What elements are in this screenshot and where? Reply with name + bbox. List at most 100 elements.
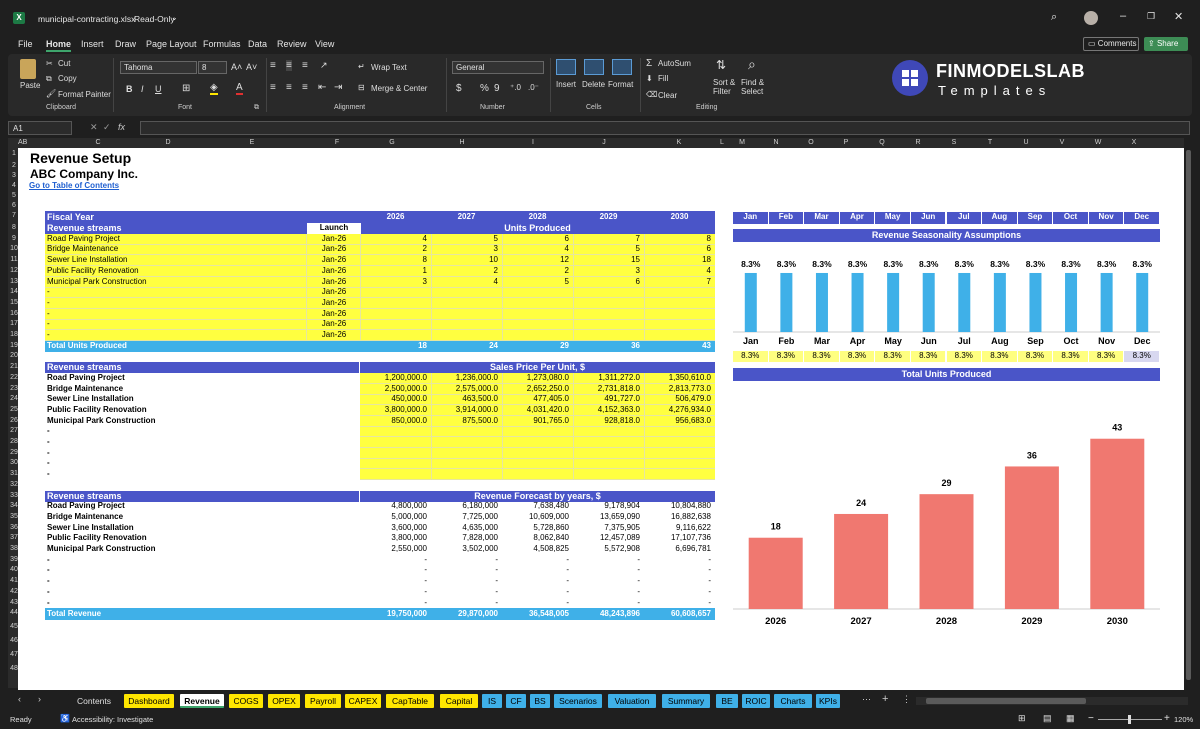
stream-name[interactable]: -	[47, 576, 50, 586]
value-cell[interactable]: 956,683.0	[644, 416, 711, 426]
align-top-icon[interactable]: ≡	[270, 60, 276, 71]
menu-home[interactable]: Home	[46, 39, 72, 52]
delete-button[interactable]: Delete	[582, 80, 605, 89]
sheet-tab-contents[interactable]: Contents	[68, 694, 120, 708]
units-cell[interactable]: 10	[431, 255, 498, 265]
seasonality-cell[interactable]: 8.3%	[733, 351, 768, 362]
decrease-indent-icon[interactable]: ⇤	[318, 82, 326, 93]
value-cell[interactable]: 2,550,000	[360, 544, 427, 554]
stream-name[interactable]: -	[47, 437, 50, 447]
value-cell[interactable]: 3,502,000	[431, 544, 498, 554]
more-sheets-icon[interactable]: ⋯	[862, 694, 871, 705]
eraser-icon[interactable]: ⌫	[646, 90, 657, 99]
stream-name[interactable]: Sewer Line Installation	[47, 394, 134, 404]
value-cell[interactable]: -	[502, 587, 569, 597]
stream-name[interactable]: -	[47, 555, 50, 565]
zoom-slider[interactable]	[1098, 715, 1162, 724]
stream-name[interactable]: Municipal Park Construction	[47, 416, 155, 426]
italic-icon[interactable]: I	[141, 84, 144, 94]
value-cell[interactable]: 2,652,250.0	[502, 384, 569, 394]
value-cell[interactable]: -	[502, 576, 569, 586]
value-cell[interactable]: -	[360, 598, 427, 608]
zoom-level[interactable]: 120%	[1174, 715, 1193, 724]
units-cell[interactable]: 7	[644, 277, 711, 287]
value-cell[interactable]: 4,800,000	[360, 501, 427, 511]
launch-date[interactable]: Jan-26	[307, 277, 361, 287]
units-cell[interactable]: 1	[360, 266, 427, 276]
value-cell[interactable]: 3,600,000	[360, 523, 427, 533]
column-header[interactable]: T	[972, 138, 1008, 148]
value-cell[interactable]: 4,031,420.0	[502, 405, 569, 415]
units-cell[interactable]: 8	[644, 234, 711, 244]
sheet-tab-dashboard[interactable]: Dashboard	[124, 694, 174, 708]
value-cell[interactable]: 1,236,000.0	[431, 373, 498, 383]
format-painter-button[interactable]: Format Painter	[58, 90, 111, 99]
value-cell[interactable]: 5,572,908	[573, 544, 640, 554]
column-header[interactable]: L	[718, 138, 726, 148]
h-scroll-thumb[interactable]	[926, 698, 1086, 704]
value-cell[interactable]: 10,804,880	[644, 501, 711, 511]
units-cell[interactable]: 2	[431, 266, 498, 276]
value-cell[interactable]: 7,828,000	[431, 533, 498, 543]
find-icon[interactable]: ⌕	[748, 56, 756, 73]
value-cell[interactable]: -	[360, 576, 427, 586]
value-cell[interactable]: -	[502, 598, 569, 608]
units-cell[interactable]: 2	[360, 244, 427, 254]
menu-view[interactable]: View	[315, 39, 334, 49]
column-header[interactable]: X	[1116, 138, 1152, 148]
zoom-in-icon[interactable]: +	[1164, 713, 1170, 724]
align-bottom-icon[interactable]: ≡	[302, 60, 308, 71]
value-cell[interactable]: 9,178,904	[573, 501, 640, 511]
format-cells-icon[interactable]	[612, 59, 632, 75]
stream-name[interactable]: Road Paving Project	[47, 234, 120, 244]
value-cell[interactable]: 3,800,000	[360, 533, 427, 543]
menu-insert[interactable]: Insert	[81, 39, 104, 49]
seasonality-cell[interactable]: 8.3%	[946, 351, 982, 362]
value-cell[interactable]: 8,062,840	[502, 533, 569, 543]
align-center-icon[interactable]: ≡	[286, 82, 292, 93]
stream-name[interactable]: Sewer Line Installation	[47, 255, 128, 265]
stream-name[interactable]: Public Facility Renovation	[47, 533, 147, 543]
stream-name[interactable]: Municipal Park Construction	[47, 544, 155, 554]
column-header[interactable]: Q	[864, 138, 900, 148]
value-cell[interactable]: 5,000,000	[360, 512, 427, 522]
column-header[interactable]: J	[568, 138, 640, 148]
stream-name[interactable]: Municipal Park Construction	[47, 277, 147, 287]
worksheet[interactable]: Revenue Setup ABC Company Inc. Go to Tab…	[18, 148, 1184, 690]
decrease-decimal-icon[interactable]: .0⁻	[528, 83, 539, 92]
sheet-tab-payroll[interactable]: Payroll	[305, 694, 341, 708]
brush-icon[interactable]: 🖌	[46, 89, 56, 98]
column-header[interactable]: C	[48, 138, 148, 148]
seasonality-cell[interactable]: 8.3%	[1053, 351, 1088, 362]
value-cell[interactable]: 2,813,773.0	[644, 384, 711, 394]
tab-options-icon[interactable]: ⋮	[902, 694, 911, 705]
launch-date[interactable]: Jan-26	[307, 298, 361, 308]
format-button[interactable]: Format	[608, 80, 633, 89]
units-cell[interactable]: 4	[502, 244, 569, 254]
toc-link[interactable]: Go to Table of Contents	[29, 181, 119, 191]
value-cell[interactable]: -	[431, 587, 498, 597]
seasonality-cell[interactable]: 8.3%	[1017, 351, 1053, 362]
value-cell[interactable]: 928,818.0	[573, 416, 640, 426]
value-cell[interactable]: -	[431, 555, 498, 565]
units-cell[interactable]: 3	[360, 277, 427, 287]
column-header[interactable]: S	[936, 138, 972, 148]
value-cell[interactable]: -	[644, 587, 711, 597]
launch-date[interactable]: Jan-26	[307, 319, 361, 329]
sheet-tab-captable[interactable]: CapTable	[386, 694, 434, 708]
sheet-tab-capital[interactable]: Capital	[440, 694, 478, 708]
seasonality-cell[interactable]: 8.3%	[982, 351, 1017, 362]
seasonality-cell[interactable]: 8.3%	[804, 351, 839, 362]
orientation-icon[interactable]: ↗	[320, 60, 328, 71]
value-cell[interactable]: 3,914,000.0	[431, 405, 498, 415]
stream-name[interactable]: -	[47, 298, 50, 308]
find-select-button[interactable]: Find & Select	[741, 78, 771, 96]
stream-name[interactable]: -	[47, 565, 50, 575]
paste-icon[interactable]	[20, 59, 36, 79]
units-cell[interactable]: 2	[502, 266, 569, 276]
value-cell[interactable]: -	[573, 598, 640, 608]
stream-name[interactable]: Public Facility Renovation	[47, 405, 147, 415]
units-cell[interactable]: 6	[573, 277, 640, 287]
currency-icon[interactable]: $	[456, 83, 462, 94]
font-size-select[interactable]: 8	[198, 61, 227, 74]
